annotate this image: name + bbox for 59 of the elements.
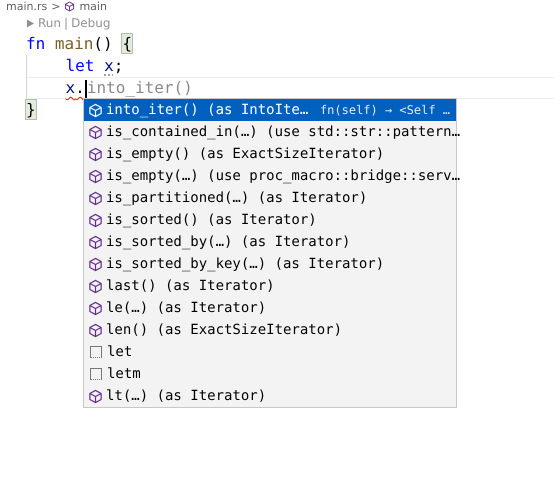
cube-icon: [88, 300, 103, 316]
completion-item[interactable]: letm: [84, 363, 456, 385]
completion-item[interactable]: is_sorted_by_key(…) (as Iterator): [84, 253, 456, 275]
cube-icon: [88, 234, 103, 250]
completion-label: lt(…) (as Iterator): [106, 388, 266, 404]
breadcrumb-separator: >: [51, 0, 60, 13]
completion-label: last() (as Iterator): [106, 278, 275, 294]
cube-icon: [88, 124, 103, 140]
completion-label: is_empty() (as ExactSizeIterator): [106, 146, 384, 162]
completion-label: is_contained_in(…) (use std::str::pattern…: [106, 124, 460, 140]
completion-item[interactable]: is_partitioned(…) (as Iterator): [84, 187, 456, 209]
cube-icon: [88, 322, 103, 338]
cube-icon: [88, 212, 103, 228]
cube-icon: [88, 278, 103, 294]
punctuation: .: [75, 78, 85, 97]
cube-icon: [88, 168, 103, 184]
keyword: let: [66, 56, 94, 75]
cube-icon: [64, 1, 76, 12]
cube-icon: [88, 102, 103, 118]
completion-item[interactable]: let: [84, 341, 456, 363]
variable: x: [104, 56, 114, 75]
function-name: main: [54, 34, 94, 53]
file-name[interactable]: main.rs: [6, 0, 48, 13]
cube-icon: [88, 190, 103, 206]
completion-item[interactable]: le(…) (as Iterator): [84, 297, 456, 319]
variable: x: [66, 78, 76, 97]
punctuation: ;: [114, 56, 124, 75]
brace: {: [122, 34, 132, 53]
completion-label: let: [107, 344, 132, 360]
completion-item[interactable]: last() (as Iterator): [84, 275, 456, 297]
keyword: fn: [26, 34, 46, 53]
completion-label: is_sorted_by(…) (as Iterator): [106, 234, 350, 250]
completion-item[interactable]: is_sorted() (as Iterator): [84, 209, 456, 231]
completion-item[interactable]: into_iter() (as IntoIte… fn(self) → <Self …: [84, 99, 456, 121]
text-cursor: [84, 80, 87, 98]
snippet-icon: [90, 346, 102, 358]
punctuation: (): [93, 34, 113, 53]
completion-label: is_sorted_by_key(…) (as Iterator): [106, 256, 384, 272]
play-icon: [26, 18, 35, 28]
completion-label: is_empty(…) (use proc_macro::bridge::serv…: [106, 168, 460, 184]
completion-item[interactable]: len() (as ExactSizeIterator): [84, 319, 456, 341]
completion-label: le(…) (as Iterator): [106, 300, 266, 316]
completion-label: is_partitioned(…) (as Iterator): [106, 190, 368, 206]
completion-item[interactable]: lt(…) (as Iterator): [84, 385, 456, 407]
completion-item[interactable]: is_sorted_by(…) (as Iterator): [84, 231, 456, 253]
completion-item[interactable]: is_empty() (as ExactSizeIterator): [84, 143, 456, 165]
cube-icon: [88, 388, 103, 404]
completion-label: is_sorted() (as Iterator): [106, 212, 317, 228]
brace: }: [26, 100, 36, 119]
completion-label: letm: [107, 366, 141, 382]
completion-detail: fn(self) → <Self …: [320, 103, 450, 117]
cube-icon: [88, 146, 103, 162]
cube-icon: [88, 256, 103, 272]
lens-separator: |: [64, 16, 68, 30]
symbol-name[interactable]: main: [79, 0, 107, 13]
completion-label: into_iter() (as IntoIte…: [106, 102, 308, 118]
completion-label: len() (as ExactSizeIterator): [106, 322, 342, 338]
ghost-text: into_iter(): [86, 78, 193, 97]
snippet-icon: [90, 368, 102, 380]
